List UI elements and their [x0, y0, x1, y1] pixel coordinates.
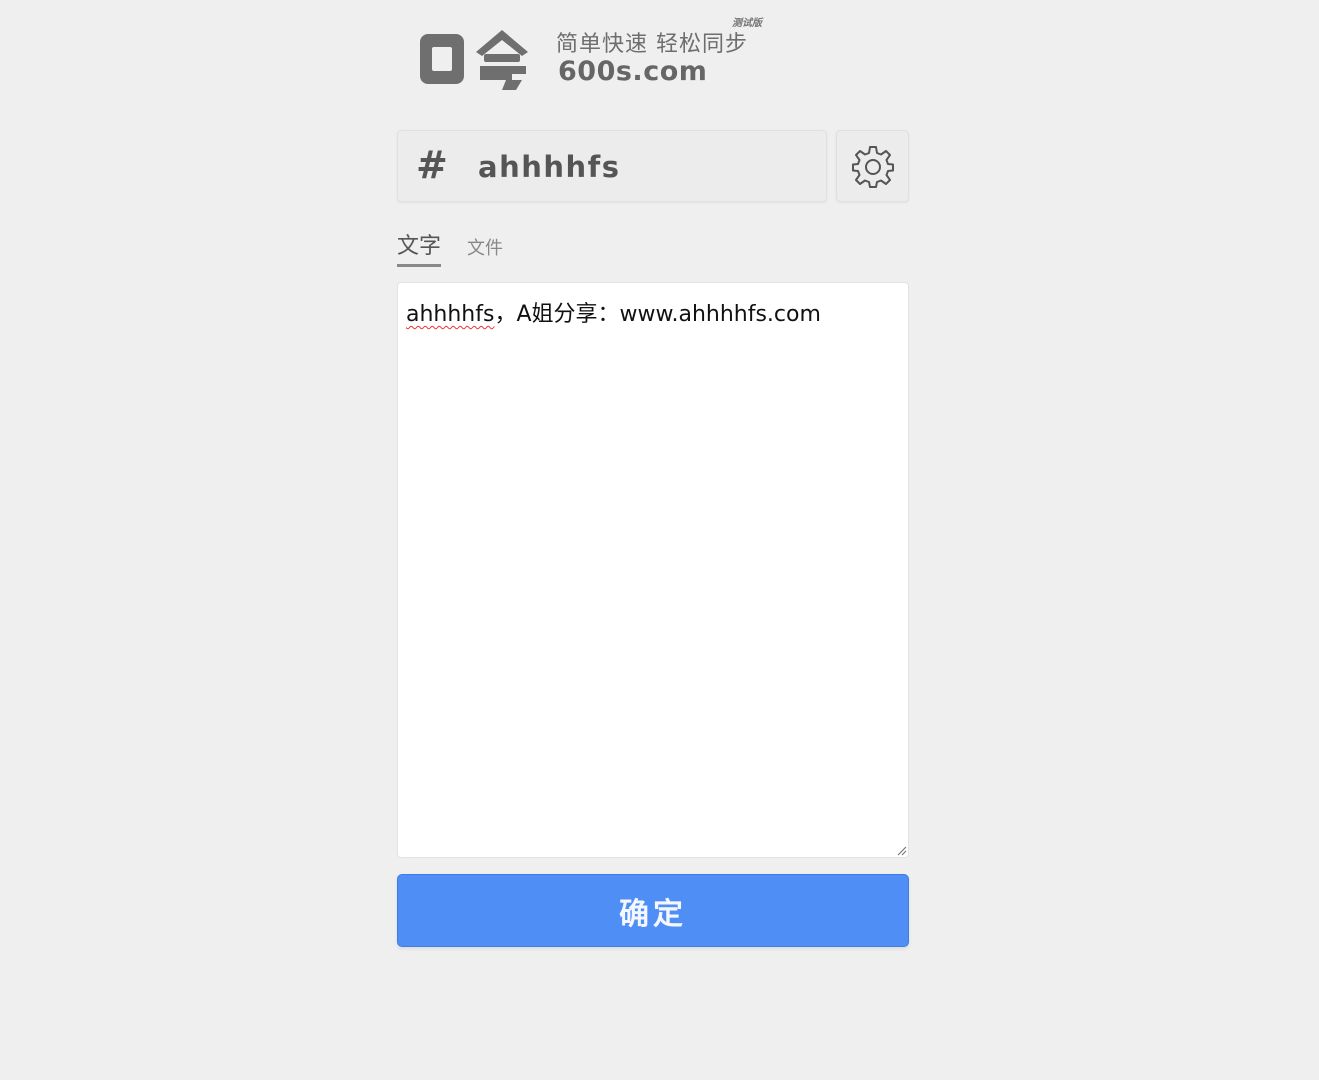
- code-input[interactable]: [478, 145, 808, 189]
- logo-mark-icon: [420, 30, 528, 90]
- settings-button[interactable]: [836, 130, 909, 202]
- hash-icon: #: [416, 143, 448, 187]
- beta-badge: 测试版: [732, 18, 762, 29]
- tab-file[interactable]: 文件: [467, 234, 503, 260]
- tab-text[interactable]: 文字: [397, 228, 442, 267]
- content-textarea[interactable]: [397, 282, 909, 858]
- confirm-button[interactable]: 确定: [397, 874, 909, 947]
- resize-grip-icon[interactable]: [895, 844, 907, 856]
- logo-tagline: 简单快速 轻松同步: [556, 32, 748, 57]
- code-field[interactable]: #: [397, 130, 827, 202]
- page: 简单快速 轻松同步 测试版 600s.com # 文字 文件 ahhhhfs，A…: [0, 0, 1319, 1080]
- gear-icon: [852, 146, 894, 188]
- site-logo[interactable]: 简单快速 轻松同步 测试版 600s.com: [418, 18, 778, 98]
- logo-domain: 600s.com: [558, 56, 708, 87]
